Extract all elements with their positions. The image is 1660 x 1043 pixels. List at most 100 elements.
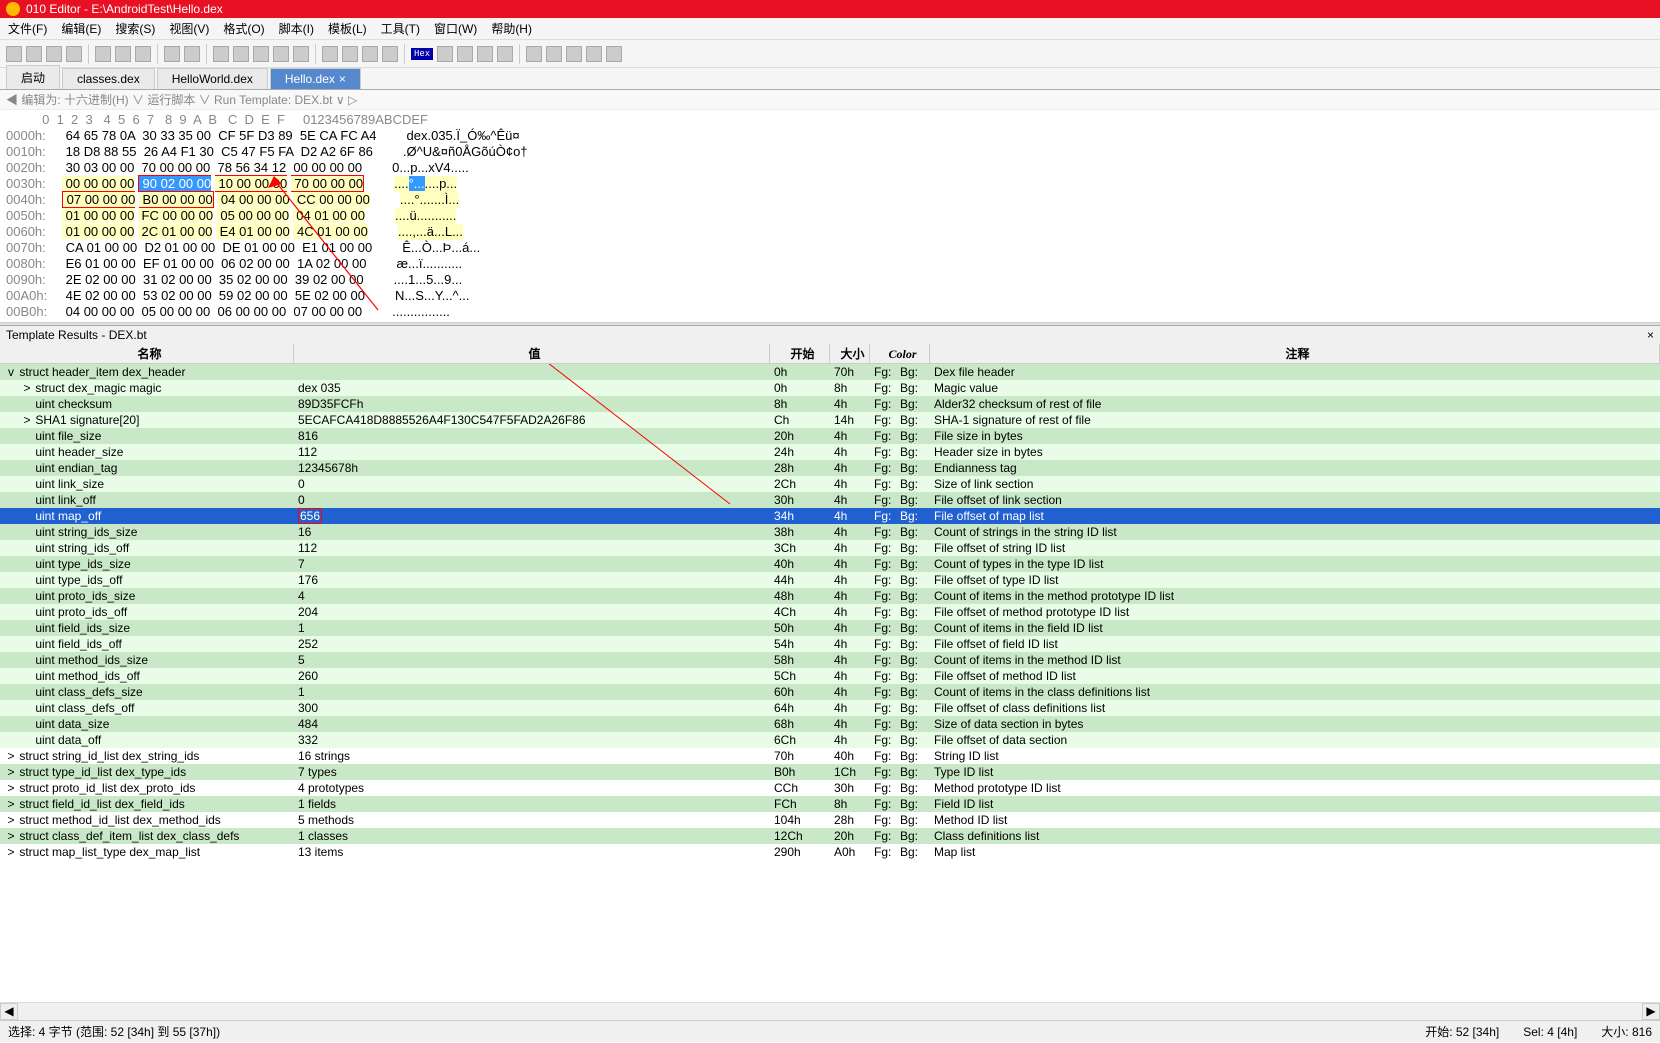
tab[interactable]: Hello.dex× — [270, 68, 361, 89]
menu-item[interactable]: 文件(F) — [8, 22, 47, 36]
tab[interactable]: classes.dex — [62, 68, 155, 89]
tree-toggle-icon[interactable]: > — [6, 796, 16, 812]
tool7-icon[interactable] — [457, 46, 473, 62]
template-row[interactable]: uint method_ids_off2605Ch4hFg:Bg:File of… — [0, 668, 1660, 684]
more-icon[interactable] — [606, 46, 622, 62]
calc-icon[interactable] — [526, 46, 542, 62]
col-color[interactable]: Color — [870, 344, 930, 363]
tool3-icon[interactable] — [253, 46, 269, 62]
saveall-icon[interactable] — [66, 46, 82, 62]
hex-row[interactable]: 0050h: 01 00 00 00 FC 00 00 00 05 00 00 … — [6, 208, 1660, 224]
paste-icon[interactable] — [135, 46, 151, 62]
save-icon[interactable] — [46, 46, 62, 62]
horizontal-scrollbar[interactable]: ◀ ▶ — [0, 1002, 1660, 1020]
template-row[interactable]: uint checksum89D35FCFh8h4hFg:Bg:Alder32 … — [0, 396, 1660, 412]
template-row[interactable]: > struct map_list_type dex_map_list13 it… — [0, 844, 1660, 860]
close-icon[interactable]: × — [1647, 326, 1654, 344]
template-row[interactable]: > struct proto_id_list dex_proto_ids4 pr… — [0, 780, 1660, 796]
menu-item[interactable]: 窗口(W) — [434, 22, 477, 36]
hex-row[interactable]: 0020h: 30 03 00 00 70 00 00 00 78 56 34 … — [6, 160, 1660, 176]
cut-icon[interactable] — [95, 46, 111, 62]
hex-row[interactable]: 0080h: E6 01 00 00 EF 01 00 00 06 02 00 … — [6, 256, 1660, 272]
menu-item[interactable]: 模板(L) — [328, 22, 367, 36]
tab-close-icon[interactable]: × — [339, 72, 346, 86]
template-body[interactable]: v struct header_item dex_header0h70hFg:B… — [0, 364, 1660, 860]
hex-row[interactable]: 0040h: 07 00 00 00 B0 00 00 00 04 00 00 … — [6, 192, 1660, 208]
col-size[interactable]: 大小 — [830, 344, 870, 363]
col-start[interactable]: 开始 — [770, 344, 830, 363]
col-value[interactable]: 值 — [294, 344, 770, 363]
tab[interactable]: 启动 — [6, 65, 60, 89]
scroll-left-icon[interactable]: ◀ — [0, 1003, 18, 1020]
tool1-icon[interactable] — [213, 46, 229, 62]
hex-row[interactable]: 00A0h: 4E 02 00 00 53 02 00 00 59 02 00 … — [6, 288, 1660, 304]
scroll-track[interactable] — [18, 1003, 1642, 1020]
menu-item[interactable]: 工具(T) — [381, 22, 420, 36]
template-row[interactable]: uint map_off65634h4hFg:Bg:File offset of… — [0, 508, 1660, 524]
searchnext-icon[interactable] — [342, 46, 358, 62]
template-row[interactable]: > struct dex_magic magicdex 0350h8hFg:Bg… — [0, 380, 1660, 396]
undo-icon[interactable] — [164, 46, 180, 62]
tool9-icon[interactable] — [497, 46, 513, 62]
hex-row[interactable]: 0000h: 64 65 78 0A 30 33 35 00 CF 5F D3 … — [6, 128, 1660, 144]
compare-icon[interactable] — [546, 46, 562, 62]
template-row[interactable]: uint proto_ids_off2044Ch4hFg:Bg:File off… — [0, 604, 1660, 620]
tree-toggle-icon[interactable]: > — [6, 812, 16, 828]
hex-row[interactable]: 0010h: 18 D8 88 55 26 A4 F1 30 C5 47 F5 … — [6, 144, 1660, 160]
hist-icon[interactable] — [566, 46, 582, 62]
search-icon[interactable] — [322, 46, 338, 62]
hex-row[interactable]: 0030h: 00 00 00 00 90 02 00 00 10 00 00 … — [6, 176, 1660, 192]
hex-row[interactable]: 0070h: CA 01 00 00 D2 01 00 00 DE 01 00 … — [6, 240, 1660, 256]
menu-item[interactable]: 搜索(S) — [115, 22, 155, 36]
template-row[interactable]: uint type_ids_size740h4hFg:Bg:Count of t… — [0, 556, 1660, 572]
tab[interactable]: HelloWorld.dex — [157, 68, 268, 89]
template-row[interactable]: uint data_size48468h4hFg:Bg:Size of data… — [0, 716, 1660, 732]
searchprev-icon[interactable] — [362, 46, 378, 62]
tree-toggle-icon[interactable]: v — [6, 364, 16, 380]
template-row[interactable]: uint link_size02Ch4hFg:Bg:Size of link s… — [0, 476, 1660, 492]
template-row[interactable]: uint endian_tag12345678h28h4hFg:Bg:Endia… — [0, 460, 1660, 476]
copy-icon[interactable] — [115, 46, 131, 62]
template-row[interactable]: uint link_off030h4hFg:Bg:File offset of … — [0, 492, 1660, 508]
hex-row[interactable]: 00B0h: 04 00 00 00 05 00 00 00 06 00 00 … — [6, 304, 1660, 320]
breadcrumb[interactable]: ◀ 编辑为: 十六进制(H) ∨ 运行脚本 ∨ Run Template: DE… — [0, 90, 1660, 110]
new-icon[interactable] — [6, 46, 22, 62]
hex-row[interactable]: 0090h: 2E 02 00 00 31 02 00 00 35 02 00 … — [6, 272, 1660, 288]
hex-editor[interactable]: 0 1 2 3 4 5 6 7 8 9 A B C D E F 01234567… — [0, 110, 1660, 322]
template-row[interactable]: > struct type_id_list dex_type_ids7 type… — [0, 764, 1660, 780]
template-row[interactable]: uint field_ids_off25254h4hFg:Bg:File off… — [0, 636, 1660, 652]
menu-item[interactable]: 编辑(E) — [61, 22, 101, 36]
template-row[interactable]: uint class_defs_off30064h4hFg:Bg:File of… — [0, 700, 1660, 716]
template-row[interactable]: uint class_defs_size160h4hFg:Bg:Count of… — [0, 684, 1660, 700]
template-row[interactable]: v struct header_item dex_header0h70hFg:B… — [0, 364, 1660, 380]
menu-item[interactable]: 格式(O) — [223, 22, 264, 36]
tool6-icon[interactable] — [437, 46, 453, 62]
hex-row[interactable]: 0060h: 01 00 00 00 2C 01 00 00 E4 01 00 … — [6, 224, 1660, 240]
tree-toggle-icon[interactable]: > — [6, 780, 16, 796]
replace-icon[interactable] — [382, 46, 398, 62]
template-row[interactable]: uint string_ids_off1123Ch4hFg:Bg:File of… — [0, 540, 1660, 556]
col-name[interactable]: 名称 — [0, 344, 294, 363]
tree-toggle-icon[interactable]: > — [22, 380, 32, 396]
template-row[interactable]: > struct string_id_list dex_string_ids16… — [0, 748, 1660, 764]
tool8-icon[interactable] — [477, 46, 493, 62]
template-row[interactable]: uint header_size11224h4hFg:Bg:Header siz… — [0, 444, 1660, 460]
template-row[interactable]: uint file_size81620h4hFg:Bg:File size in… — [0, 428, 1660, 444]
template-row[interactable]: uint proto_ids_size448h4hFg:Bg:Count of … — [0, 588, 1660, 604]
menu-item[interactable]: 脚本(I) — [279, 22, 314, 36]
redo-icon[interactable] — [184, 46, 200, 62]
tree-toggle-icon[interactable]: > — [6, 748, 16, 764]
tree-toggle-icon[interactable]: > — [6, 828, 16, 844]
template-row[interactable]: > struct method_id_list dex_method_ids5 … — [0, 812, 1660, 828]
col-comment[interactable]: 注释 — [930, 344, 1660, 363]
open-icon[interactable] — [26, 46, 42, 62]
menu-item[interactable]: 视图(V) — [169, 22, 209, 36]
template-row[interactable]: > struct class_def_item_list dex_class_d… — [0, 828, 1660, 844]
template-row[interactable]: uint type_ids_off17644h4hFg:Bg:File offs… — [0, 572, 1660, 588]
template-row[interactable]: uint method_ids_size558h4hFg:Bg:Count of… — [0, 652, 1660, 668]
hex-mode-icon[interactable]: Hex — [411, 48, 433, 60]
tree-toggle-icon[interactable]: > — [6, 844, 16, 860]
template-row[interactable]: > SHA1 signature[20]5ECAFCA418D8885526A4… — [0, 412, 1660, 428]
tool5-icon[interactable] — [293, 46, 309, 62]
menu-item[interactable]: 帮助(H) — [491, 22, 532, 36]
